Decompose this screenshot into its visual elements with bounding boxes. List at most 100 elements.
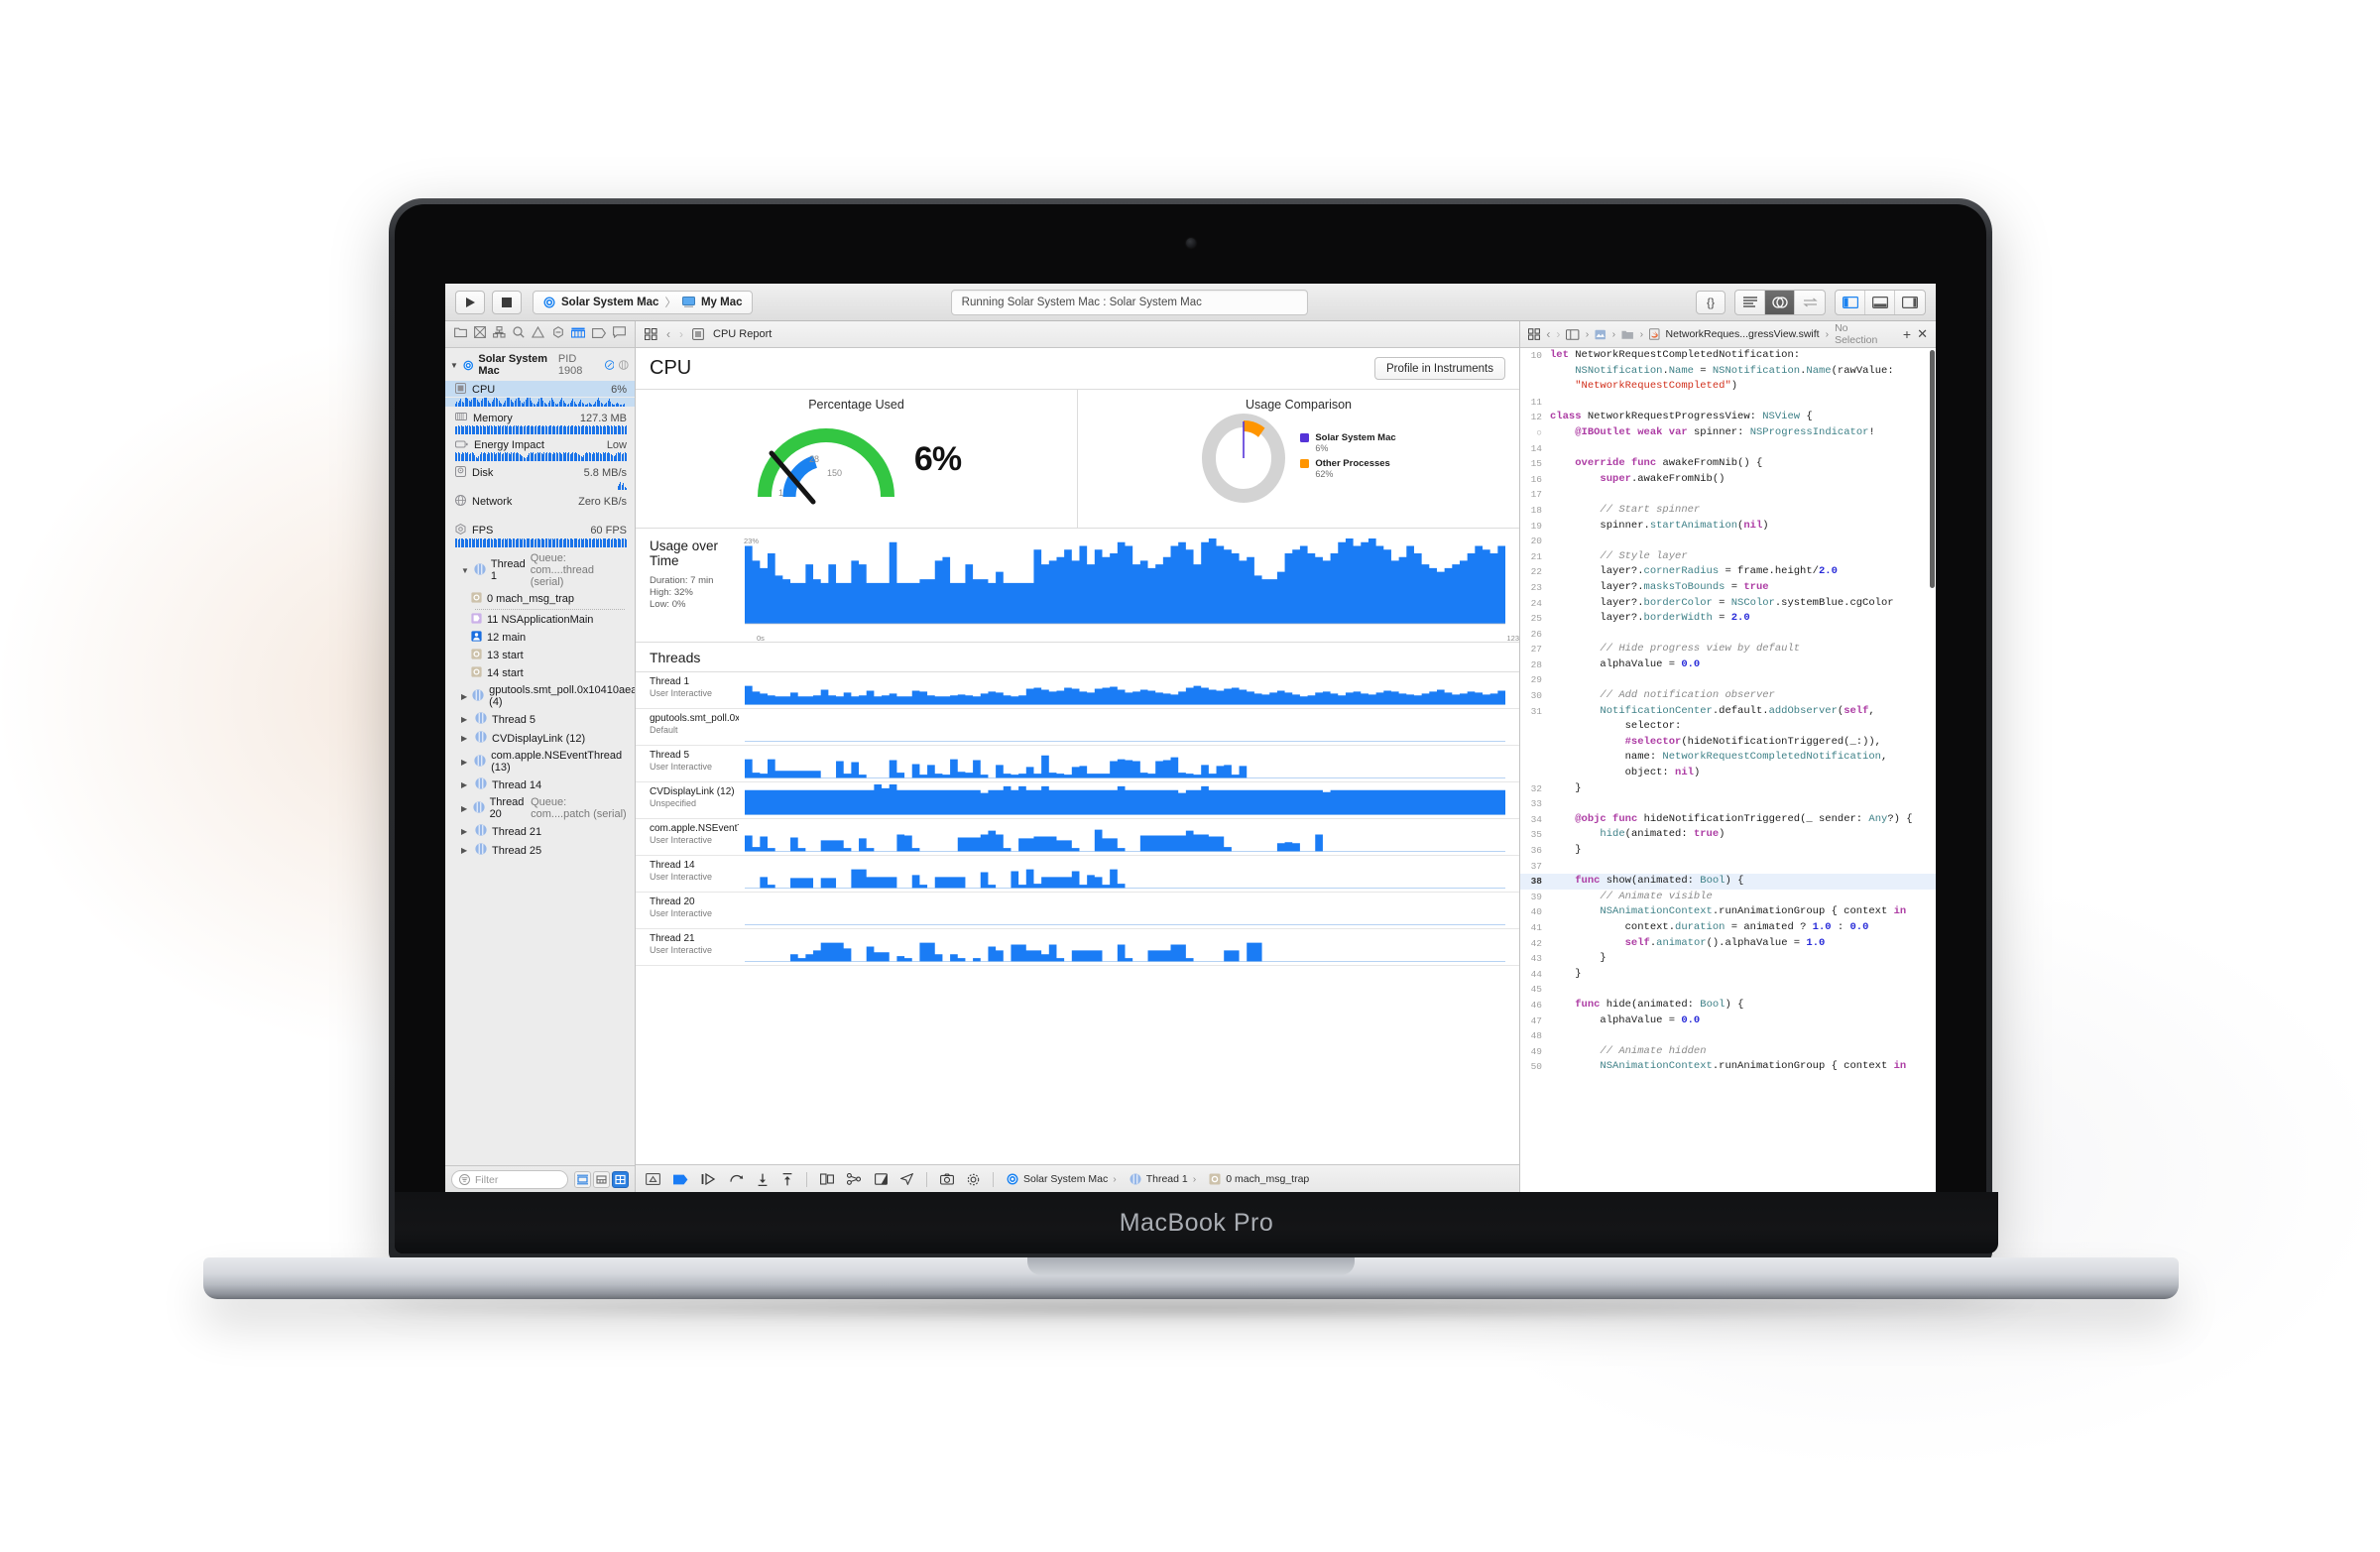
code-line[interactable]: 37 xyxy=(1520,859,1936,875)
thread-row[interactable]: Thread 14 User Interactive xyxy=(636,856,1519,893)
issue-navigator-icon[interactable] xyxy=(532,325,545,343)
thread-tree-row[interactable]: 12 main xyxy=(445,629,635,647)
version-editor-button[interactable] xyxy=(1795,291,1825,314)
filter-all-frames-button[interactable] xyxy=(574,1171,591,1188)
thread-tree-row[interactable]: ▶ com.apple.NSEventThread (13) xyxy=(445,748,635,776)
thread-tree-row[interactable]: ▶ CVDisplayLink (12) xyxy=(445,729,635,748)
code-line[interactable]: 43 } xyxy=(1520,951,1936,967)
code-line[interactable]: 48 xyxy=(1520,1028,1936,1044)
gauge-row-network[interactable]: Network Zero KB/s xyxy=(445,493,635,509)
thread-row[interactable]: CVDisplayLink (12) Unspecified xyxy=(636,782,1519,819)
disclosure-triangle-icon[interactable]: ▶ xyxy=(461,827,470,836)
disclosure-triangle-icon[interactable]: ▼ xyxy=(461,566,469,575)
test-navigator-icon[interactable] xyxy=(552,325,564,343)
code-line[interactable]: 14 xyxy=(1520,441,1936,457)
threads-list[interactable]: Thread 1 User Interactive gputools.smt_pol… xyxy=(636,672,1519,1164)
gauge-row-disk[interactable]: Disk 5.8 MB/s xyxy=(445,464,635,480)
code-line[interactable]: 29 xyxy=(1520,672,1936,688)
standard-editor-button[interactable] xyxy=(1735,290,1765,314)
navigator-content[interactable]: ▼ Solar System Mac PID 1908 CPU6%Memor xyxy=(445,348,635,1165)
step-into-icon[interactable] xyxy=(757,1173,769,1186)
thread-row[interactable]: Thread 20 User Interactive xyxy=(636,893,1519,929)
library-button[interactable]: {} xyxy=(1696,290,1726,314)
code-area[interactable]: 10 let NetworkRequestCompletedNotificatio… xyxy=(1520,348,1936,1193)
code-line[interactable]: 15 override func awakeFromNib() { xyxy=(1520,456,1936,472)
code-line[interactable]: 35 hide(animated: true) xyxy=(1520,827,1936,843)
scheme-selector[interactable]: Solar System Mac 〉 My Mac xyxy=(533,290,754,314)
code-line[interactable]: 36 } xyxy=(1520,843,1936,859)
code-line[interactable]: ○ @IBOutlet weak var spinner: NSProgress… xyxy=(1520,425,1936,441)
code-line[interactable]: 45 xyxy=(1520,982,1936,998)
code-line[interactable]: 17 xyxy=(1520,487,1936,503)
code-line[interactable]: 10 let NetworkRequestCompletedNotificatio… xyxy=(1520,348,1936,364)
source-control-icon[interactable] xyxy=(473,325,486,343)
thread-tree-row[interactable]: 11 NSApplicationMain xyxy=(445,611,635,629)
code-line[interactable]: 25 layer?.borderWidth = 2.0 xyxy=(1520,611,1936,627)
breadcrumb-thread[interactable]: Thread 1 › xyxy=(1130,1173,1196,1185)
code-line[interactable]: 26 xyxy=(1520,627,1936,643)
breakpoint-toggle-icon[interactable] xyxy=(673,1174,688,1185)
thread-tree-row[interactable]: 13 start xyxy=(445,647,635,664)
code-line[interactable]: 47 alphaValue = 0.0 xyxy=(1520,1014,1936,1029)
close-icon[interactable]: ✕ xyxy=(1917,326,1928,342)
code-line[interactable]: 18 // Start spinner xyxy=(1520,503,1936,519)
step-over-icon[interactable] xyxy=(729,1173,744,1185)
filter-crashed-button[interactable] xyxy=(593,1171,610,1188)
thread-row[interactable]: Thread 5 User Interactive xyxy=(636,746,1519,782)
code-line[interactable]: NSNotification.Name = NSNotification.Nam… xyxy=(1520,364,1936,380)
code-line[interactable]: 20 xyxy=(1520,534,1936,549)
code-line[interactable]: 40 NSAnimationContext.runAnimationGroup … xyxy=(1520,904,1936,920)
folder-icon[interactable] xyxy=(1621,329,1634,340)
stop-button[interactable] xyxy=(492,290,522,314)
continue-icon[interactable] xyxy=(701,1173,716,1185)
disclosure-triangle-icon[interactable]: ▶ xyxy=(461,804,468,813)
editor-forward-button[interactable]: › xyxy=(1556,327,1560,341)
disclosure-triangle-icon[interactable]: ▶ xyxy=(461,780,470,789)
filter-input[interactable]: Filter xyxy=(451,1170,568,1189)
process-header-row[interactable]: ▼ Solar System Mac PID 1908 xyxy=(445,350,635,381)
code-line[interactable]: 21 // Style layer xyxy=(1520,549,1936,565)
gauge-row-fps[interactable]: FPS 60 FPS xyxy=(445,522,635,537)
editor-scrollbar[interactable] xyxy=(1930,350,1935,588)
back-button[interactable]: ‹ xyxy=(666,327,670,341)
swift-file-icon[interactable] xyxy=(1649,328,1660,340)
filter-user-frames-button[interactable] xyxy=(612,1171,629,1188)
profile-in-instruments-button[interactable]: Profile in Instruments xyxy=(1373,357,1505,380)
code-line[interactable]: 24 layer?.borderColor = NSColor.systemBl… xyxy=(1520,596,1936,612)
code-line[interactable]: 11 xyxy=(1520,395,1936,411)
code-line[interactable]: 46 func hide(animated: Bool) { xyxy=(1520,998,1936,1014)
editor-filename[interactable]: NetworkReques...gressView.swift xyxy=(1666,328,1820,340)
thread-tree-row[interactable]: ▶ gputools.smt_poll.0x10410aea0 (4) xyxy=(445,682,635,710)
thread-tree-row[interactable]: 14 start xyxy=(445,664,635,682)
view-debugging-icon[interactable] xyxy=(820,1173,834,1185)
cpu-gauge-toggle-icon[interactable] xyxy=(604,359,615,371)
find-navigator-icon[interactable] xyxy=(513,325,525,343)
thread-row[interactable]: Thread 1 User Interactive xyxy=(636,672,1519,709)
code-line[interactable]: 38 func show(animated: Bool) { xyxy=(1520,874,1936,890)
disclosure-triangle-icon[interactable]: ▶ xyxy=(461,846,470,855)
run-button[interactable] xyxy=(455,290,485,314)
debug-view-hierarchy-icon[interactable] xyxy=(646,1173,660,1185)
project-icon[interactable] xyxy=(1566,328,1580,340)
code-line[interactable]: 33 xyxy=(1520,796,1936,812)
code-line[interactable]: "NetworkRequestCompleted") xyxy=(1520,379,1936,395)
settings-icon[interactable] xyxy=(967,1173,980,1186)
related-items-icon[interactable] xyxy=(645,328,657,340)
environment-overrides-icon[interactable] xyxy=(875,1173,888,1185)
code-line[interactable]: 22 layer?.cornerRadius = frame.height/2.… xyxy=(1520,564,1936,580)
code-line[interactable]: 23 layer?.masksToBounds = true xyxy=(1520,580,1936,596)
symbol-navigator-icon[interactable] xyxy=(493,325,506,343)
breakpoint-navigator-icon[interactable] xyxy=(592,325,607,343)
thread-tree-row[interactable]: ▶ Thread 25 xyxy=(445,841,635,860)
thread-row[interactable]: gputools.smt_poll.0x10410aeaDefault xyxy=(636,709,1519,746)
thread-row[interactable]: com.apple.NSEventThread (13User Interact… xyxy=(636,819,1519,856)
gauge-row-cpu[interactable]: CPU 6% xyxy=(445,381,635,397)
center-jump-item[interactable]: CPU Report xyxy=(713,328,772,340)
code-line[interactable]: selector: xyxy=(1520,719,1936,735)
editor-mode-segmented[interactable] xyxy=(1734,289,1826,315)
related-items-icon[interactable] xyxy=(1528,328,1540,340)
disclosure-triangle-icon[interactable]: ▶ xyxy=(461,734,470,743)
group-icon[interactable] xyxy=(1595,329,1606,340)
simulate-location-icon[interactable] xyxy=(900,1173,913,1185)
code-line[interactable]: 34 @objc func hideNotificationTriggered(… xyxy=(1520,812,1936,828)
